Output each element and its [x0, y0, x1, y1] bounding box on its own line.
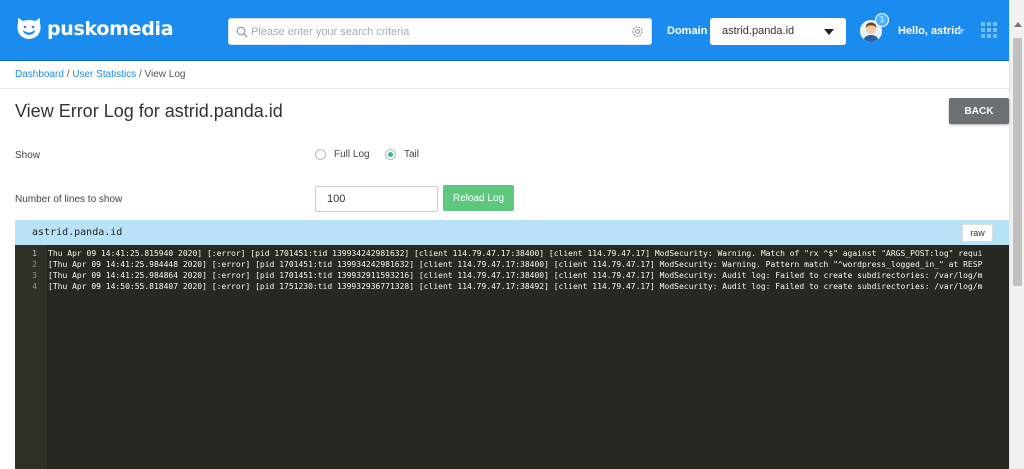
- raw-button[interactable]: raw: [962, 224, 993, 242]
- breadcrumb: Dashboard / User Statistics / View Log: [15, 69, 185, 80]
- line-number: 3: [32, 271, 37, 280]
- user-greeting[interactable]: Hello, astrid: [898, 25, 961, 37]
- log-panel-title: astrid.panda.id: [32, 227, 123, 238]
- search-icon: [236, 25, 248, 43]
- divider: [0, 88, 1009, 89]
- log-viewer[interactable]: 1 Thu Apr 09 14:41:25.815940 2020] [:err…: [15, 245, 1009, 469]
- reload-log-button[interactable]: Reload Log: [443, 185, 514, 211]
- log-line-text: [Thu Apr 09 14:50:55.818407 2020] [:erro…: [48, 282, 983, 291]
- log-line-text: [Thu Apr 09 14:41:25.984864 2020] [:erro…: [48, 271, 983, 280]
- scroll-thumb[interactable]: [1013, 38, 1022, 286]
- cat-logo-icon: [16, 17, 42, 41]
- log-panel-header: astrid.panda.id raw: [15, 220, 1009, 245]
- gear-icon[interactable]: [631, 25, 644, 43]
- breadcrumb-separator: /: [63, 69, 73, 80]
- page-scrollbar[interactable]: [1009, 0, 1024, 469]
- page-title: View Error Log for astrid.panda.id: [15, 101, 283, 121]
- radio-tail[interactable]: Tail: [385, 149, 419, 160]
- notification-badge[interactable]: 1: [875, 13, 889, 27]
- back-button[interactable]: BACK: [949, 98, 1009, 124]
- breadcrumb-current: View Log: [144, 69, 186, 80]
- search-box: [228, 18, 652, 45]
- log-line-text: [Thu Apr 09 14:41:25.984448 2020] [:erro…: [48, 260, 983, 269]
- radio-circle[interactable]: [315, 149, 326, 160]
- radio-full-log[interactable]: Full Log: [315, 149, 370, 160]
- brand-name: puskomedia: [47, 18, 174, 40]
- breadcrumb-dashboard[interactable]: Dashboard: [15, 69, 64, 80]
- log-line-text: Thu Apr 09 14:41:25.815940 2020] [:error…: [48, 249, 983, 258]
- breadcrumb-separator: /: [136, 69, 145, 80]
- lines-input[interactable]: [315, 186, 438, 212]
- domain-label: Domain: [667, 25, 708, 37]
- line-number: 4: [32, 282, 37, 291]
- search-input[interactable]: [251, 19, 621, 44]
- top-navigation-bar: puskomedia Domain astrid.panda.id 1 Hell…: [0, 0, 1024, 61]
- breadcrumb-user-statistics[interactable]: User Statistics: [72, 69, 136, 80]
- radio-circle-selected[interactable]: [385, 149, 396, 160]
- show-label: Show: [15, 150, 41, 161]
- user-menu-caret-icon[interactable]: [957, 29, 965, 34]
- radio-tail-label: Tail: [404, 149, 420, 160]
- lines-label: Number of lines to show: [15, 194, 123, 205]
- domain-select[interactable]: astrid.panda.id: [710, 18, 846, 45]
- line-number: 1: [32, 249, 37, 258]
- brand-logo[interactable]: puskomedia: [16, 17, 174, 41]
- scroll-up-icon[interactable]: [1014, 22, 1022, 27]
- domain-select-value: astrid.panda.id: [722, 25, 795, 37]
- caret-down-icon: [824, 29, 834, 35]
- grid-icon[interactable]: [981, 22, 997, 43]
- line-number: 2: [32, 260, 37, 269]
- radio-full-log-label: Full Log: [334, 149, 370, 160]
